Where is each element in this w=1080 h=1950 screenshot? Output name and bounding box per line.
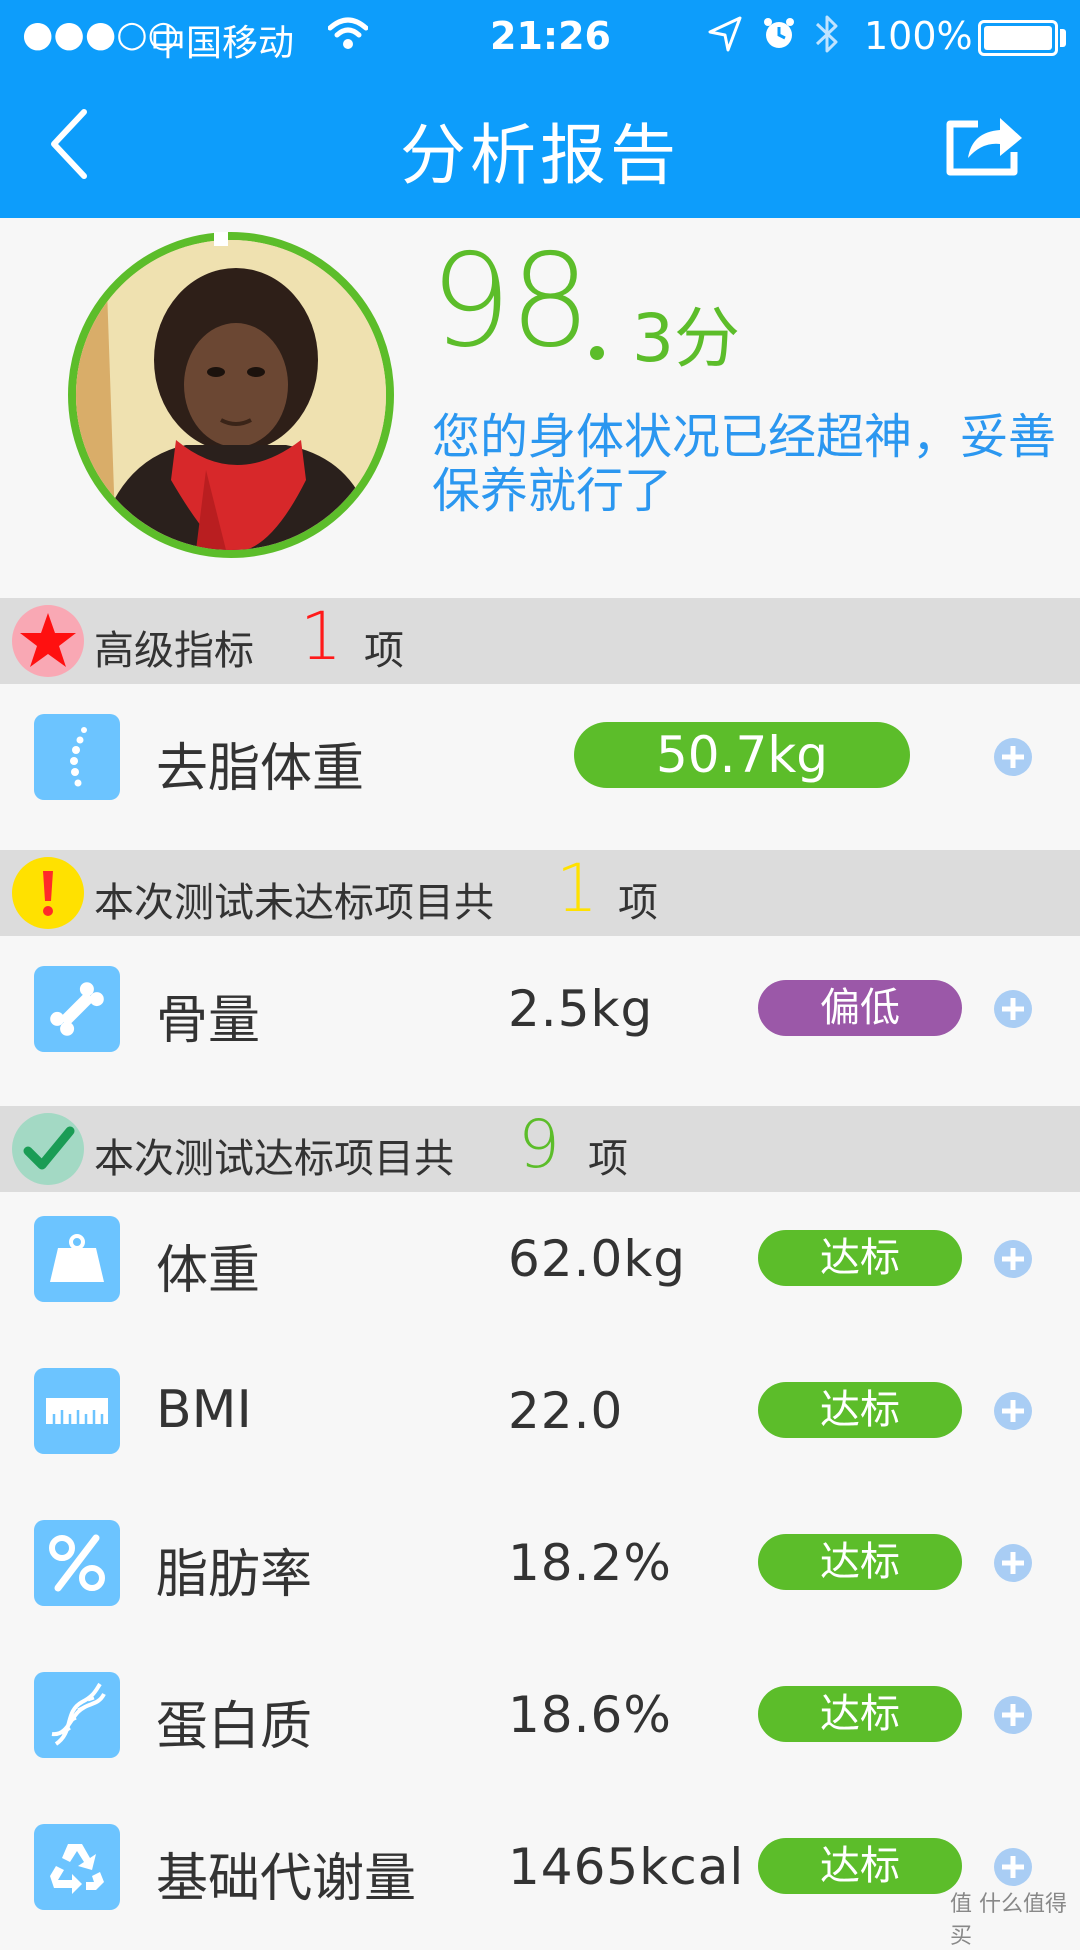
weight-icon — [34, 1216, 120, 1302]
status-badge: 偏低 — [758, 980, 962, 1036]
section-unit: 项 — [588, 1136, 628, 1182]
expand-plus-icon[interactable] — [992, 1390, 1034, 1432]
section-count: 9 — [518, 1106, 560, 1183]
section-label: 高级指标 — [94, 628, 254, 674]
battery-icon — [978, 20, 1058, 56]
location-icon — [708, 16, 742, 56]
list-item-body-fat[interactable]: 脂肪率 18.2% 达标 — [0, 1490, 1080, 1640]
list-item-protein[interactable]: 蛋白质 18.6% 达标 — [0, 1642, 1080, 1792]
metric-name: 基础代谢量 — [156, 1849, 417, 1909]
section-label: 本次测试未达标项目共 — [94, 880, 494, 926]
spine-icon — [34, 714, 120, 800]
expand-plus-icon[interactable] — [992, 1238, 1034, 1280]
expand-plus-icon[interactable] — [992, 1846, 1034, 1888]
clock: 21:26 — [490, 14, 611, 58]
share-button[interactable] — [944, 108, 1024, 178]
metric-value: 2.5kg — [508, 980, 654, 1038]
metric-name: 去脂体重 — [156, 739, 365, 799]
section-advanced: 高级指标 1 项 — [0, 598, 1080, 684]
ruler-icon — [34, 1368, 120, 1454]
section-count: 1 — [300, 598, 342, 675]
metric-value: 62.0kg — [508, 1230, 687, 1288]
metric-name: 脂肪率 — [156, 1545, 313, 1605]
dna-icon — [34, 1672, 120, 1758]
score-decimal-point — [590, 346, 604, 360]
section-count: 1 — [556, 850, 598, 927]
metric-value: 18.6% — [508, 1686, 672, 1744]
metric-value: 1465kcal — [508, 1838, 745, 1896]
battery-tip — [1060, 29, 1066, 47]
metric-name: 骨量 — [156, 991, 261, 1051]
status-badge: 达标 — [758, 1230, 962, 1286]
list-item-weight[interactable]: 体重 62.0kg 达标 — [0, 1186, 1080, 1336]
carrier-name: 中国移动 — [150, 23, 295, 64]
share-icon — [946, 118, 1022, 176]
status-badge: 达标 — [758, 1534, 962, 1590]
expand-plus-icon[interactable] — [992, 1542, 1034, 1584]
metric-name: BMI — [156, 1380, 252, 1440]
section-label: 本次测试达标项目共 — [94, 1136, 454, 1182]
section-failed: 本次测试未达标项目共 1 项 — [0, 850, 1080, 936]
metric-value: 22.0 — [508, 1382, 624, 1440]
status-badge: 达标 — [758, 1382, 962, 1438]
avatar[interactable] — [68, 232, 394, 558]
star-icon — [12, 605, 84, 677]
metric-name: 体重 — [156, 1241, 261, 1301]
expand-plus-icon[interactable] — [992, 736, 1034, 778]
score-integer: 98 — [430, 227, 591, 376]
expand-plus-icon[interactable] — [992, 988, 1034, 1030]
list-item-lean-body-mass[interactable]: 去脂体重 50.7kg — [0, 684, 1080, 834]
list-item-bmi[interactable]: BMI 22.0 达标 — [0, 1338, 1080, 1488]
status-badge: 达标 — [758, 1838, 962, 1894]
status-badge: 达标 — [758, 1686, 962, 1742]
avatar-photo — [76, 240, 386, 550]
warning-icon — [12, 857, 84, 929]
metric-name: 蛋白质 — [156, 1697, 313, 1757]
list-item-bone-mass[interactable]: 骨量 2.5kg 偏低 — [0, 936, 1080, 1086]
health-description: 您的身体状况已经超神，妥善保养就行了 — [432, 409, 1057, 519]
section-unit: 项 — [364, 628, 404, 674]
section-passed: 本次测试达标项目共 9 项 — [0, 1106, 1080, 1192]
wifi-icon — [327, 16, 369, 56]
section-unit: 项 — [618, 880, 658, 926]
metric-value-badge: 50.7kg — [574, 722, 910, 788]
expand-plus-icon[interactable] — [992, 1694, 1034, 1736]
list-item-basal-metabolism[interactable]: 基础代谢量 1465kcal 达标 — [0, 1794, 1080, 1944]
score-fraction: 3分 — [632, 300, 740, 377]
watermark: 值 什么值得买 — [950, 1892, 1067, 1949]
score-ring-marker — [214, 232, 228, 246]
bluetooth-icon — [812, 12, 842, 60]
metric-value: 18.2% — [508, 1534, 672, 1592]
check-icon — [12, 1113, 84, 1185]
bone-icon — [34, 966, 120, 1052]
battery-percent: 100% — [864, 14, 973, 58]
recycle-icon — [34, 1824, 120, 1910]
alarm-icon — [762, 16, 796, 56]
percent-icon — [34, 1520, 120, 1606]
page-title: 分析报告 — [400, 117, 680, 194]
